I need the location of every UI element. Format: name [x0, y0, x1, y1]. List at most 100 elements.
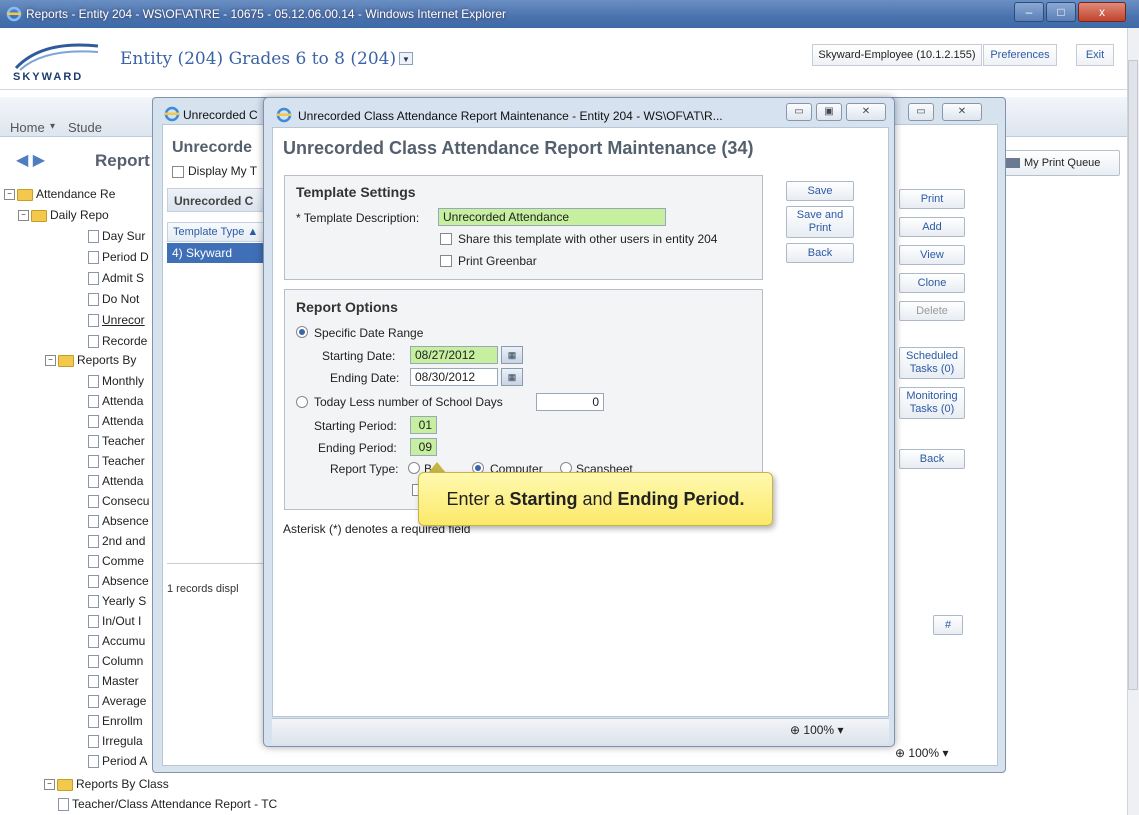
tree-item[interactable]: Average [88, 693, 146, 710]
document-icon [88, 314, 99, 328]
document-icon [88, 695, 99, 709]
column-header-template-type[interactable]: Template Type ▲ [167, 222, 267, 242]
my-print-queue-button[interactable]: My Print Queue [999, 150, 1120, 176]
dialog-back-button[interactable]: Back [786, 243, 854, 263]
zoom-dropdown-icon[interactable]: ▾ [837, 723, 843, 737]
report-options-title: Report Options [296, 299, 398, 315]
tree-reports-by[interactable]: − Reports By [45, 352, 136, 369]
tree-item[interactable]: 2nd and [88, 533, 145, 550]
folder-icon [58, 354, 74, 367]
share-template-label: Share this template with other users in … [458, 232, 718, 246]
tree-item[interactable]: Teacher [88, 453, 145, 470]
share-template-checkbox[interactable] [440, 233, 452, 245]
calendar-icon[interactable]: ▦ [501, 346, 523, 364]
dialog-maximize-button[interactable]: ▣ [816, 103, 842, 121]
checkbox-checked-icon[interactable] [172, 165, 184, 178]
tree-item[interactable]: Attenda [88, 393, 143, 410]
tree-item[interactable]: Column [88, 653, 143, 670]
tree-root[interactable]: − Attendance Re [4, 186, 115, 203]
print-button[interactable]: Print [899, 189, 965, 209]
tree-item[interactable]: Absence [88, 573, 149, 590]
preferences-link[interactable]: Preferences [983, 44, 1057, 66]
dialog-minimize-button[interactable]: ▭ [786, 103, 812, 121]
tree-item[interactable]: Period D [88, 249, 149, 266]
tree-item[interactable]: Day Sur [88, 228, 145, 245]
tree-by-class[interactable]: − Reports By Class [44, 776, 169, 793]
exit-link[interactable]: Exit [1076, 44, 1114, 66]
history-nav-icon[interactable]: ◀ ▶ [16, 150, 45, 170]
maximize-button[interactable]: □ [1046, 2, 1076, 22]
tree-item[interactable]: Irregula [88, 733, 143, 750]
tree-item[interactable]: Master [88, 673, 139, 690]
tree-item[interactable]: In/Out I [88, 613, 141, 630]
print-queue-label: My Print Queue [1024, 157, 1101, 169]
ending-date-input[interactable]: 08/30/2012 [410, 368, 498, 386]
starting-date-input[interactable]: 08/27/2012 [410, 346, 498, 364]
tree-item[interactable]: Do Not [88, 291, 139, 308]
starting-period-input[interactable]: 01 [410, 416, 437, 434]
tree-item[interactable]: Period A [88, 753, 147, 770]
document-icon [88, 515, 99, 529]
specific-date-range-radio[interactable] [296, 326, 308, 338]
clone-button[interactable]: Clone [899, 273, 965, 293]
templates-window-close-button[interactable]: ✕ [942, 103, 982, 121]
collapse-icon[interactable]: − [18, 210, 29, 222]
entity-title[interactable]: Entity (204) Grades 6 to 8 (204) [120, 49, 396, 69]
table-row[interactable]: 4) Skyward [167, 243, 267, 263]
tree-item[interactable]: Recorde [88, 333, 147, 350]
templates-window-zoom[interactable]: ⊕ 100% ▾ [895, 746, 948, 760]
tree-daily[interactable]: − Daily Repo [18, 207, 109, 224]
tree-item[interactable]: Teacher/Class Attendance Report - TC [58, 796, 277, 813]
template-description-input[interactable]: Unrecorded Attendance [438, 208, 666, 226]
dialog-close-button[interactable]: ✕ [846, 103, 886, 121]
folder-icon [17, 188, 33, 201]
tree-item[interactable]: Consecu [88, 493, 149, 510]
tree-item[interactable]: Admit S [88, 270, 144, 287]
page-scrollbar-thumb[interactable] [1128, 60, 1138, 690]
today-less-radio[interactable] [296, 396, 308, 408]
tree-item[interactable]: Monthly [88, 373, 144, 390]
starting-date-label: Starting Date: [322, 349, 396, 363]
templates-window-title: Unrecorded C [183, 108, 258, 122]
add-button[interactable]: Add [899, 217, 965, 237]
back-button[interactable]: Back [899, 449, 965, 469]
templates-heading: Unrecorde [172, 139, 253, 156]
display-my-templates-checkbox[interactable]: Display My T [172, 164, 257, 178]
tree-item[interactable]: Comme [88, 553, 144, 570]
scheduled-tasks-button[interactable]: Scheduled Tasks (0) [899, 347, 965, 379]
collapse-icon[interactable]: − [44, 779, 55, 791]
entity-dropdown-icon[interactable]: ▼ [399, 52, 413, 65]
minimize-button[interactable]: – [1014, 2, 1044, 22]
nav-home[interactable]: Home [10, 120, 45, 135]
report-type-both-radio[interactable] [408, 462, 420, 474]
grid-horizontal-scrollbar[interactable] [167, 563, 267, 577]
tree-item[interactable]: Yearly S [88, 593, 146, 610]
close-button[interactable]: x [1078, 2, 1126, 22]
ending-period-input[interactable]: 09 [410, 438, 437, 456]
collapse-icon[interactable]: − [45, 355, 56, 367]
today-less-input[interactable]: 0 [536, 393, 604, 411]
nav-home-dropdown-icon[interactable]: ▾ [50, 121, 55, 132]
tree-item[interactable]: Unrecor [88, 312, 145, 329]
tree-item[interactable]: Attenda [88, 413, 143, 430]
monitoring-tasks-button[interactable]: Monitoring Tasks (0) [899, 387, 965, 419]
tree-item[interactable]: Teacher [88, 433, 145, 450]
delete-button[interactable]: Delete [899, 301, 965, 321]
save-and-print-button[interactable]: Save and Print [786, 206, 854, 238]
collapse-icon[interactable]: − [4, 189, 15, 201]
tree-item[interactable]: Absence [88, 513, 149, 530]
print-greenbar-checkbox[interactable] [440, 255, 452, 267]
calendar-icon[interactable]: ▦ [501, 368, 523, 386]
tree-item[interactable]: Accumu [88, 633, 145, 650]
skyward-logo-icon [14, 43, 99, 71]
document-icon [88, 595, 99, 609]
tree-item[interactable]: Enrollm [88, 713, 143, 730]
tree-item[interactable]: Attenda [88, 473, 143, 490]
dialog-zoom[interactable]: ⊕ 100% ▾ [790, 723, 843, 737]
templates-window-maximize-button[interactable]: ▭ [908, 103, 934, 121]
hash-button[interactable]: # [933, 615, 963, 635]
nav-student[interactable]: Stude [68, 120, 102, 135]
folder-icon [31, 209, 47, 222]
save-button[interactable]: Save [786, 181, 854, 201]
view-button[interactable]: View [899, 245, 965, 265]
